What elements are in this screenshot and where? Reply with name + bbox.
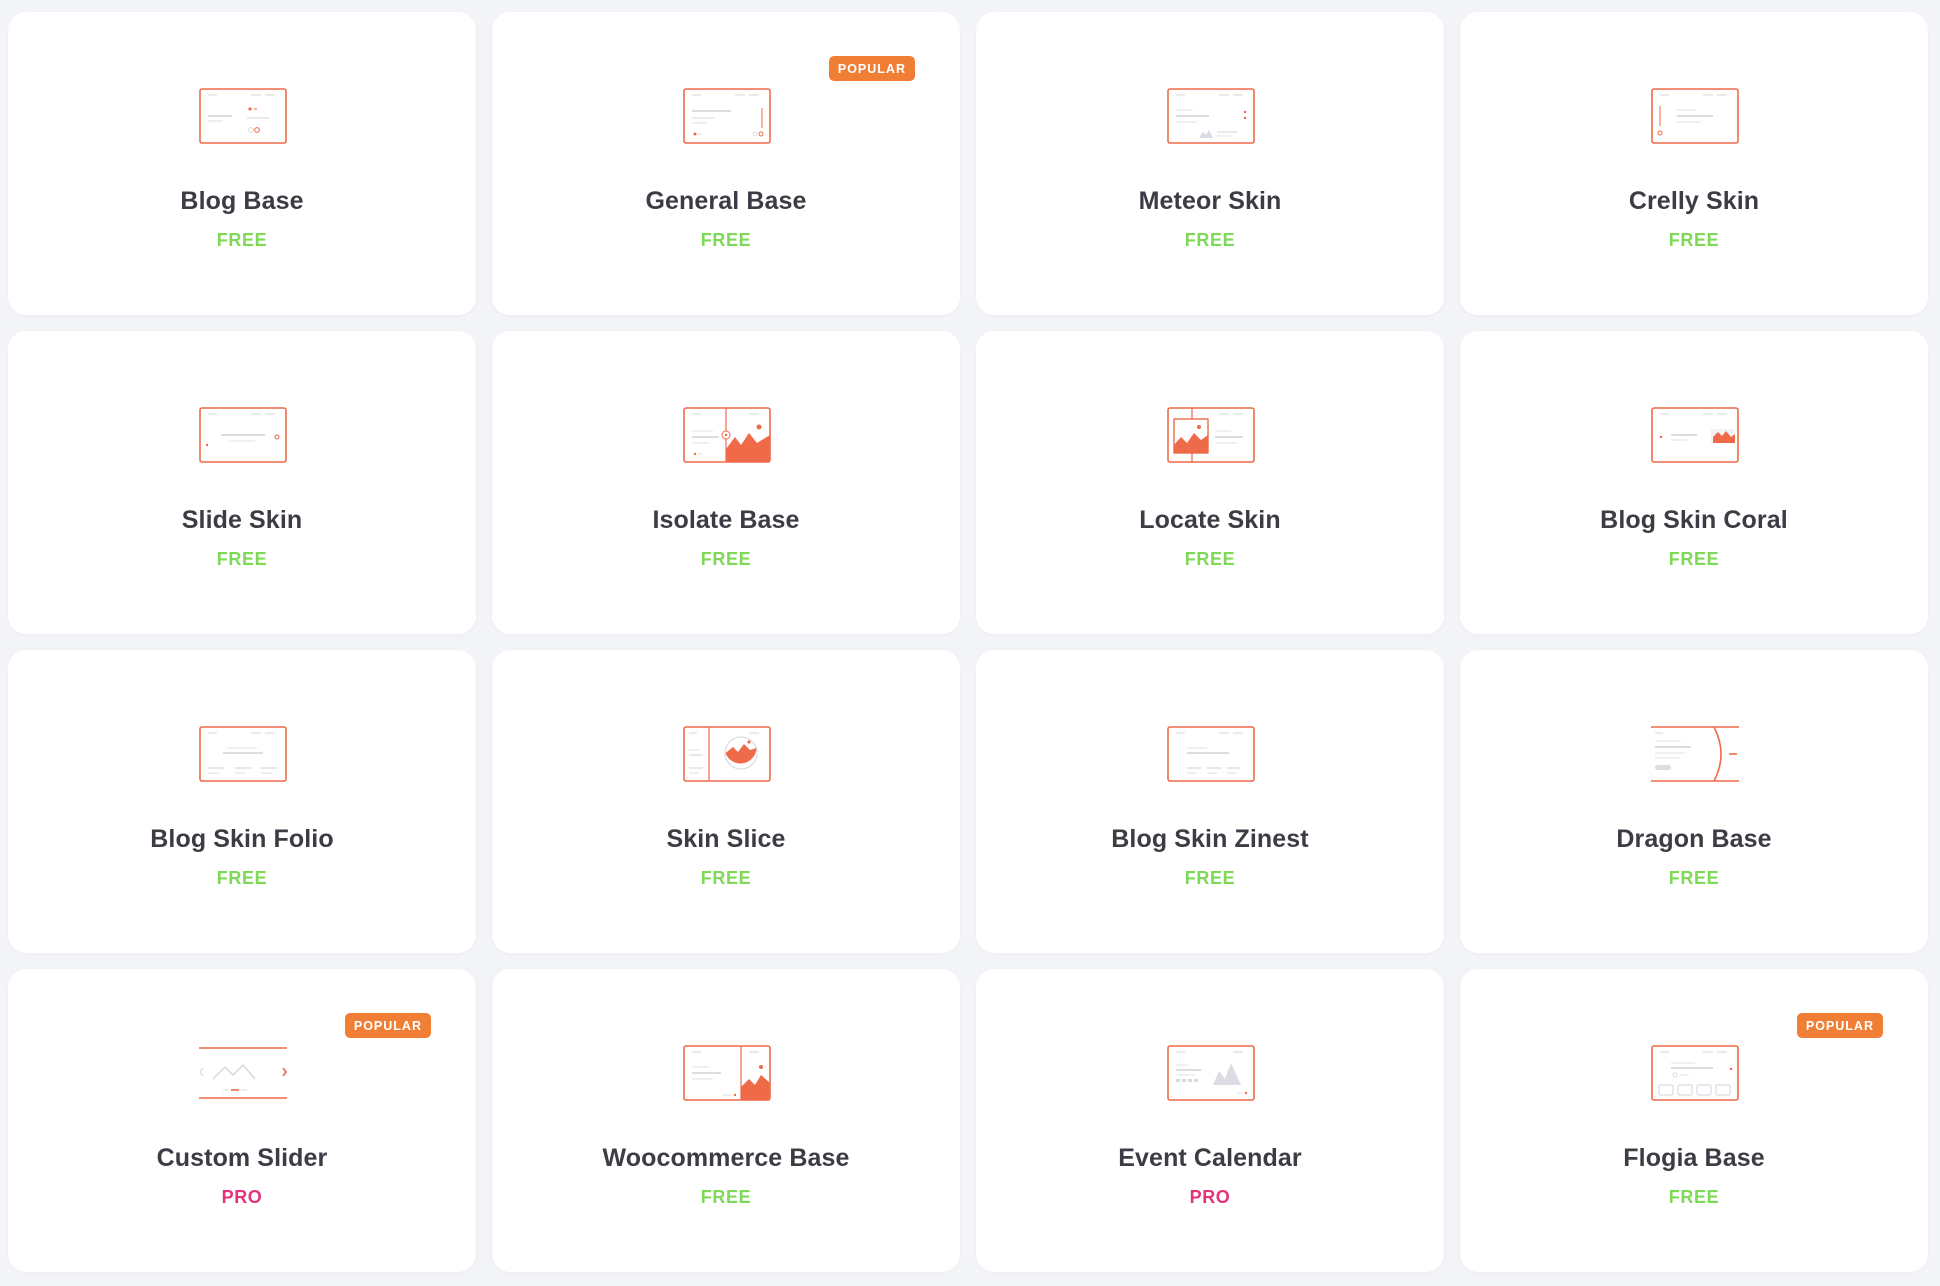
template-card-slide-skin[interactable]: Slide Skin FREE [8,331,476,634]
template-title: Skin Slice [666,825,786,853]
template-card-woocommerce-base[interactable]: Woocommerce Base FREE [492,969,960,1272]
tier-label: FREE [1184,868,1236,888]
popular-badge: POPULAR [828,56,915,81]
tier-label: FREE [216,549,268,569]
meteor-skin-thumbnail-icon [1167,88,1255,144]
template-title: Slide Skin [181,506,303,534]
template-grid: Blog Base FREE POPULAR General Base FREE [8,12,1928,1272]
template-card-blog-skin-zinest[interactable]: Blog Skin Zinest FREE [976,650,1444,953]
isolate-base-thumbnail-icon [683,407,771,463]
template-card-skin-slice[interactable]: Skin Slice FREE [492,650,960,953]
template-title: Meteor Skin [1138,187,1282,215]
template-title: Blog Base [180,187,304,215]
custom-slider-thumbnail-icon [199,1045,287,1101]
template-title: Flogia Base [1623,1144,1765,1172]
skin-slice-thumbnail-icon [683,726,771,782]
woocommerce-base-thumbnail-icon [683,1045,771,1101]
template-card-custom-slider[interactable]: POPULAR Custom Slider PRO [8,969,476,1272]
tier-label: FREE [1184,549,1236,569]
dragon-base-thumbnail-icon [1651,726,1739,782]
tier-label: FREE [1668,1187,1720,1207]
template-title: Dragon Base [1616,825,1772,853]
template-card-meteor-skin[interactable]: Meteor Skin FREE [976,12,1444,315]
template-title: Locate Skin [1139,506,1281,534]
tier-label: FREE [216,230,268,250]
tier-label: FREE [1668,549,1720,569]
template-title: Custom Slider [156,1144,328,1172]
tier-label: FREE [700,1187,752,1207]
general-base-thumbnail-icon [683,88,771,144]
blog-base-thumbnail-icon [199,88,287,144]
blog-skin-zinest-thumbnail-icon [1167,726,1255,782]
tier-label: FREE [216,868,268,888]
template-title: Isolate Base [652,506,800,534]
event-calendar-thumbnail-icon [1167,1045,1255,1101]
template-title: Blog Skin Coral [1600,506,1788,534]
template-card-flogia-base[interactable]: POPULAR Flogia Base FREE [1460,969,1928,1272]
template-card-locate-skin[interactable]: Locate Skin FREE [976,331,1444,634]
popular-badge: POPULAR [344,1013,431,1038]
flogia-base-thumbnail-icon [1651,1045,1739,1101]
tier-label: FREE [700,868,752,888]
crelly-skin-thumbnail-icon [1651,88,1739,144]
tier-label: PRO [221,1187,263,1207]
template-card-blog-skin-folio[interactable]: Blog Skin Folio FREE [8,650,476,953]
template-title: Blog Skin Folio [150,825,334,853]
template-title: General Base [645,187,807,215]
template-title: Blog Skin Zinest [1111,825,1309,853]
blog-skin-folio-thumbnail-icon [199,726,287,782]
locate-skin-thumbnail-icon [1167,407,1255,463]
tier-label: FREE [700,549,752,569]
slide-skin-thumbnail-icon [199,407,287,463]
template-card-blog-skin-coral[interactable]: Blog Skin Coral FREE [1460,331,1928,634]
popular-badge: POPULAR [1796,1013,1883,1038]
template-card-event-calendar[interactable]: Event Calendar PRO [976,969,1444,1272]
tier-label: PRO [1189,1187,1231,1207]
tier-label: FREE [1668,230,1720,250]
blog-skin-coral-thumbnail-icon [1651,407,1739,463]
template-card-blog-base[interactable]: Blog Base FREE [8,12,476,315]
tier-label: FREE [700,230,752,250]
template-card-isolate-base[interactable]: Isolate Base FREE [492,331,960,634]
template-title: Woocommerce Base [602,1144,850,1172]
template-title: Event Calendar [1118,1144,1302,1172]
tier-label: FREE [1668,868,1720,888]
tier-label: FREE [1184,230,1236,250]
template-title: Crelly Skin [1628,187,1760,215]
template-card-dragon-base[interactable]: Dragon Base FREE [1460,650,1928,953]
template-card-crelly-skin[interactable]: Crelly Skin FREE [1460,12,1928,315]
template-card-general-base[interactable]: POPULAR General Base FREE [492,12,960,315]
